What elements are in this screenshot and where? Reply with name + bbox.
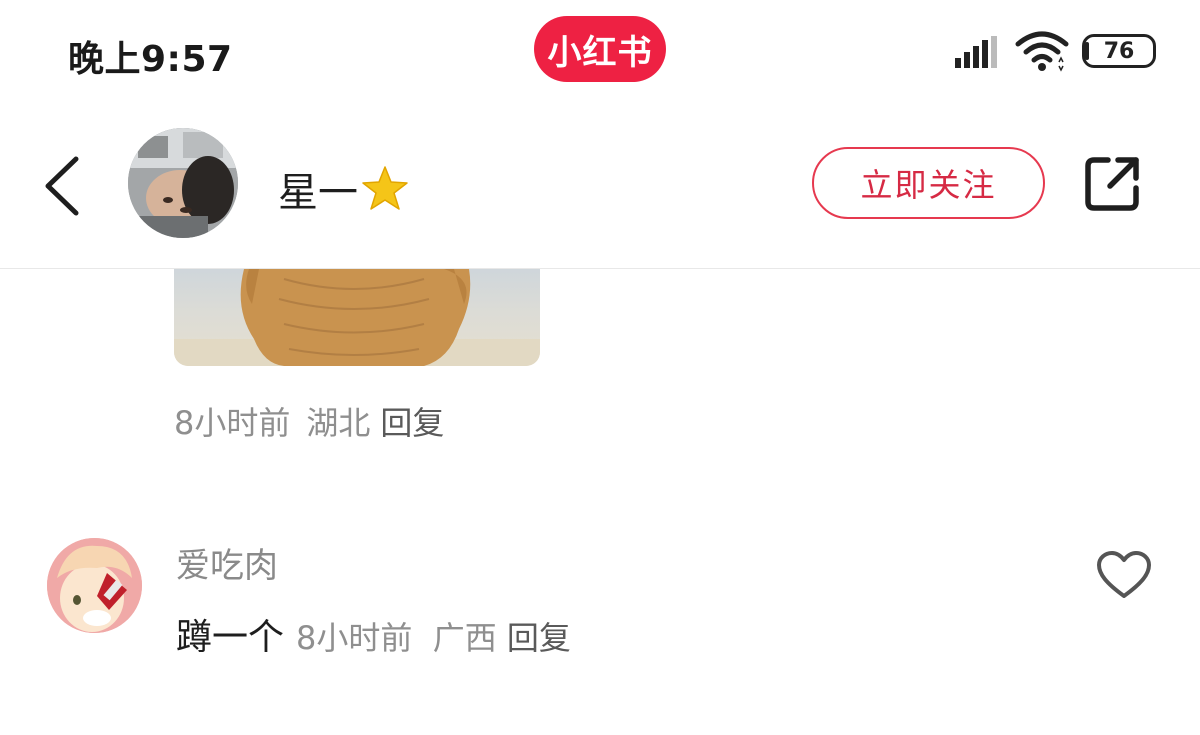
comment-time: 8小时前 bbox=[174, 404, 291, 442]
battery-icon: 76 bbox=[1082, 34, 1156, 68]
heart-icon[interactable] bbox=[1096, 550, 1152, 600]
comment-location: 湖北 bbox=[306, 404, 371, 442]
author-avatar[interactable] bbox=[128, 128, 238, 238]
comment-meta: 8小时前 广西 回复 bbox=[296, 613, 571, 659]
back-icon[interactable] bbox=[40, 155, 84, 217]
comment-time: 8小时前 bbox=[296, 619, 413, 657]
status-time: 晚上9:57 bbox=[68, 39, 233, 80]
app-logo-badge: 小红书 bbox=[534, 16, 666, 82]
author-avatar-image bbox=[128, 128, 238, 238]
signal-icon bbox=[955, 36, 997, 68]
share-icon[interactable] bbox=[1082, 154, 1142, 214]
wifi-icon bbox=[1015, 31, 1069, 72]
commenter-avatar[interactable] bbox=[47, 538, 142, 633]
comment-meta: 8小时前 湖北 回复 bbox=[174, 398, 444, 444]
comment-text: 蹲一个 bbox=[176, 617, 285, 658]
comment-image-content bbox=[174, 269, 540, 366]
star-icon bbox=[362, 166, 408, 210]
author-name[interactable]: 星一 bbox=[278, 160, 410, 218]
reply-button[interactable]: 回复 bbox=[380, 404, 444, 442]
author-name-text: 星一 bbox=[278, 170, 358, 216]
commenter-avatar-image bbox=[47, 538, 142, 633]
comment-image[interactable] bbox=[174, 269, 540, 366]
follow-button[interactable]: 立即关注 bbox=[812, 147, 1045, 219]
reply-button[interactable]: 回复 bbox=[507, 619, 571, 657]
comment-location: 广西 bbox=[432, 619, 497, 657]
commenter-username[interactable]: 爱吃肉 bbox=[176, 538, 278, 587]
comment-body: 蹲一个 8小时前 广西 回复 bbox=[176, 608, 571, 660]
